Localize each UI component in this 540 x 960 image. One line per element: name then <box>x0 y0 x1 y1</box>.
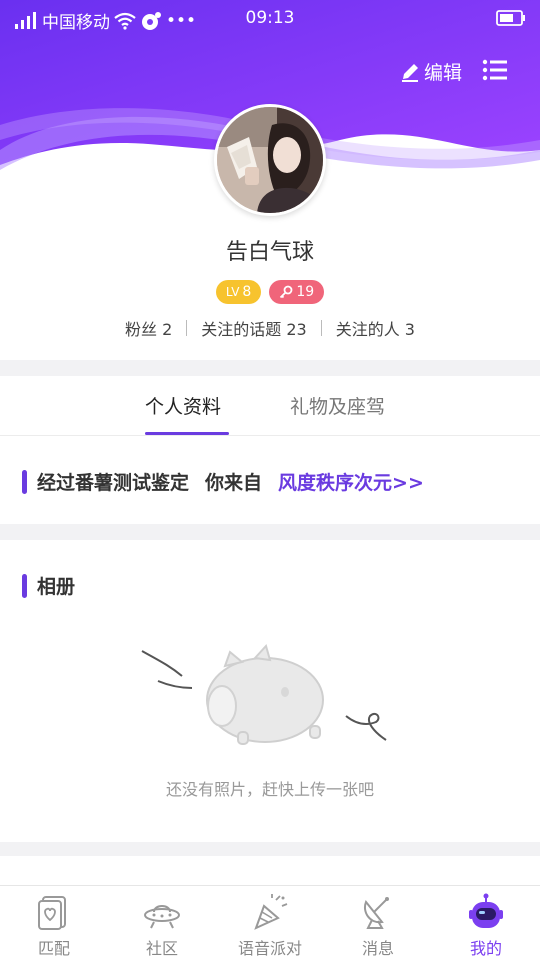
nav-messages[interactable]: 消息 <box>324 886 432 960</box>
satellite-dish-icon <box>364 897 389 929</box>
nav-mine-label: 我的 <box>469 939 502 958</box>
charm-key-icon <box>280 285 293 299</box>
avatar[interactable] <box>214 104 326 216</box>
fans-count[interactable]: 粉丝 2 <box>125 316 172 340</box>
nav-voice-party[interactable]: 语音派对 <box>216 886 324 960</box>
nickname: 告白气球 <box>225 240 314 265</box>
bottom-navigation: 匹配 社区 语音派对 消息 我的 <box>0 885 540 960</box>
stats-divider <box>320 320 322 336</box>
battery-icon <box>496 10 525 26</box>
album-empty-text: 还没有照片，赶快上传一张吧 <box>165 780 374 799</box>
badge-row: LV 8 19 <box>0 280 540 304</box>
empty-hamster-illustration <box>141 644 387 745</box>
status-time: 09:13 <box>245 8 295 28</box>
tab-gifts-and-rides[interactable]: 礼物及座驾 <box>290 392 385 419</box>
nav-match-label: 匹配 <box>37 939 70 958</box>
profile-tabs-panel: 个人资料 礼物及座驾 经过番薯测试鉴定 你来自 风度秩序次元>> <box>0 376 540 524</box>
profile-header: 中国移动 ••• 09:13 编辑 告白气球 LV 8 19 粉丝 2 关注的话… <box>0 0 540 360</box>
pencil-icon <box>402 63 418 82</box>
album-section: 相册 还没有照片，赶快上传一张吧 <box>0 540 540 842</box>
edit-button[interactable]: 编辑 <box>400 58 462 85</box>
status-bar: 中国移动 ••• 09:13 <box>0 0 540 38</box>
tab-personal-info[interactable]: 个人资料 <box>145 392 221 419</box>
album-title: 相册 <box>22 572 75 599</box>
profile-stats: 粉丝 2 关注的话题 23 关注的人 3 <box>0 316 540 340</box>
tab-bar: 个人资料 礼物及座驾 <box>0 376 540 436</box>
list-menu-icon <box>482 59 507 81</box>
stats-divider <box>186 320 188 336</box>
test-result-from: 你来自 <box>205 472 263 494</box>
avatar-photo <box>217 107 323 213</box>
edit-label: 编辑 <box>424 62 463 84</box>
active-tab-indicator <box>145 432 229 435</box>
nav-match[interactable]: 匹配 <box>0 886 108 960</box>
astronaut-icon <box>469 893 503 928</box>
menu-button[interactable] <box>482 58 508 86</box>
charm-value: 19 <box>296 284 315 300</box>
test-result-link[interactable]: 风度秩序次元>> <box>278 468 424 495</box>
level-value: 8 <box>242 284 252 300</box>
personality-test-result[interactable]: 经过番薯测试鉴定 你来自 风度秩序次元>> <box>22 468 424 495</box>
following-count[interactable]: 关注的人 3 <box>336 316 415 340</box>
next-section-edge <box>0 856 540 886</box>
test-result-text: 经过番薯测试鉴定 <box>37 472 190 494</box>
card-icon <box>38 896 66 930</box>
nav-community-label: 社区 <box>145 939 178 958</box>
topics-count[interactable]: 关注的话题 23 <box>201 316 306 340</box>
ufo-icon <box>144 905 180 929</box>
nav-community[interactable]: 社区 <box>108 886 216 960</box>
nav-messages-label: 消息 <box>361 939 394 958</box>
nav-voice-party-label: 语音派对 <box>237 939 302 958</box>
nav-mine[interactable]: 我的 <box>432 886 540 960</box>
charm-badge: 19 <box>269 280 325 304</box>
section-accent-bar <box>22 469 27 494</box>
section-accent-bar <box>22 573 27 598</box>
level-prefix: LV <box>225 285 240 299</box>
party-horn-icon <box>254 894 288 930</box>
album-title-label: 相册 <box>37 576 76 598</box>
level-badge: LV 8 <box>215 280 262 304</box>
